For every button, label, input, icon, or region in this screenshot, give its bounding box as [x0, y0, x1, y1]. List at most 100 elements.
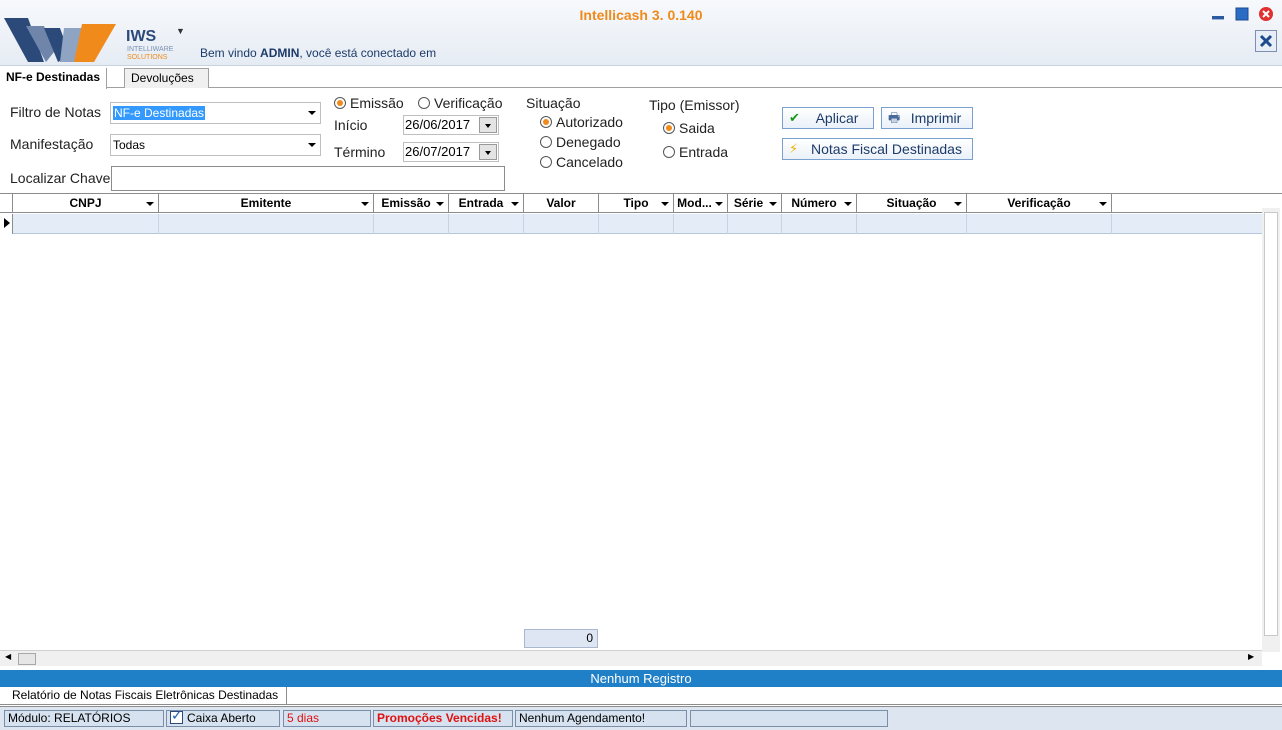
radio-entrada[interactable]: Entrada [663, 144, 728, 160]
tipo-label: Tipo (Emissor) [649, 97, 740, 113]
filtro-select[interactable]: NF-e Destinadas [110, 102, 321, 124]
radio-autorizado[interactable]: Autorizado [540, 114, 623, 130]
manifestacao-label: Manifestação [10, 136, 94, 152]
cell [449, 214, 524, 234]
col-modelo[interactable]: Mod... [674, 194, 728, 213]
status-agendamento: Nenhum Agendamento! [515, 710, 687, 727]
chevron-down-icon [361, 202, 369, 206]
col-valor[interactable]: Valor [524, 194, 599, 213]
report-tab-strip: Relatório de Notas Fiscais Eletrônicas D… [0, 687, 1282, 705]
status-dias: 5 dias [283, 710, 371, 727]
inicio-date-picker[interactable]: 26/06/2017 [403, 115, 499, 135]
close-form-icon [1259, 34, 1273, 48]
cell [374, 214, 449, 234]
horizontal-scrollbar[interactable]: ◀ ▶ [0, 650, 1262, 666]
inicio-value: 26/06/2017 [405, 117, 471, 132]
col-situacao[interactable]: Situação [857, 194, 967, 213]
termino-date-picker[interactable]: 26/07/2017 [403, 142, 499, 162]
tab-strip: NF-e Destinadas Devoluções [0, 66, 1282, 89]
table-row[interactable] [0, 214, 1262, 234]
scroll-thumb[interactable] [1264, 212, 1278, 636]
status-caixa: Caixa Aberto [166, 710, 280, 727]
radio-unselected-icon [540, 136, 552, 148]
radio-verificacao[interactable]: Verificação [418, 95, 502, 111]
col-emitente[interactable]: Emitente [159, 194, 374, 213]
cell [524, 214, 599, 234]
close-form-button[interactable] [1255, 30, 1277, 52]
chevron-down-icon [954, 202, 962, 206]
chevron-down-icon [511, 202, 519, 206]
welcome-message: Bem vindo ADMIN, você está conectado em [200, 46, 437, 60]
col-emissao[interactable]: Emissão [374, 194, 449, 213]
chevron-down-icon [661, 202, 669, 206]
logo-text: IWS [126, 28, 157, 45]
records-status: Nenhum Registro [0, 670, 1282, 688]
chevron-down-icon [715, 202, 723, 206]
calendar-dropdown-icon[interactable] [479, 117, 497, 133]
radio-emissao[interactable]: Emissão [334, 95, 404, 111]
cell [857, 214, 967, 234]
iws-logo-icon [4, 18, 116, 62]
filtro-value: NF-e Destinadas [113, 106, 206, 120]
app-title: Intellicash 3. 0.140 [579, 7, 703, 23]
radio-saida[interactable]: Saida [663, 120, 715, 136]
col-verificacao[interactable]: Verificação [967, 194, 1112, 213]
status-bar: Módulo: RELATÓRIOS Caixa Aberto 5 dias P… [0, 706, 1282, 730]
close-icon[interactable] [1258, 6, 1274, 22]
radio-selected-icon [540, 116, 552, 128]
aplicar-button[interactable]: ✔ Aplicar [782, 107, 874, 129]
row-indicator [0, 214, 13, 234]
radio-unselected-icon [663, 146, 675, 158]
tab-devolucoes[interactable]: Devoluções [124, 68, 209, 88]
imprimir-button[interactable]: 🖶 Imprimir [881, 107, 973, 129]
termino-value: 26/07/2017 [405, 144, 471, 159]
col-entrada[interactable]: Entrada [449, 194, 524, 213]
chevron-down-icon [308, 143, 316, 147]
chevron-down-icon [146, 202, 154, 206]
chevron-down-icon [436, 202, 444, 206]
termino-label: Término [334, 144, 386, 160]
localizar-chave-input[interactable] [111, 166, 505, 191]
col-tipo[interactable]: Tipo [599, 194, 674, 213]
scroll-thumb[interactable] [18, 653, 36, 665]
scroll-left-icon[interactable]: ◀ [5, 652, 11, 661]
cell [674, 214, 728, 234]
lightning-icon: ⚡ [789, 141, 799, 156]
valor-total: 0 [524, 629, 598, 648]
nfe-grid: CNPJ Emitente Emissão Entrada Valor Tipo… [0, 193, 1282, 668]
radio-cancelado[interactable]: Cancelado [540, 154, 623, 170]
cell [967, 214, 1112, 234]
scroll-right-icon[interactable]: ▶ [1248, 652, 1254, 661]
logo-subtitle: INTELLIWARE SOLUTIONS [127, 46, 174, 61]
col-numero[interactable]: Número [782, 194, 857, 213]
col-cnpj[interactable]: CNPJ [13, 194, 159, 213]
chevron-down-icon [769, 202, 777, 206]
notas-fiscal-destinadas-button[interactable]: ⚡ Notas Fiscal Destinadas [782, 138, 973, 160]
chevron-down-icon [308, 111, 316, 115]
maximize-icon[interactable] [1234, 6, 1250, 22]
manifestacao-select[interactable]: Todas [110, 134, 321, 156]
inicio-label: Início [334, 117, 368, 133]
status-promocoes: Promoções Vencidas! [373, 710, 513, 727]
calendar-dropdown-icon[interactable] [479, 144, 497, 160]
report-tab[interactable]: Relatório de Notas Fiscais Eletrônicas D… [4, 687, 288, 704]
status-extra [690, 710, 888, 727]
status-modulo: Módulo: RELATÓRIOS [4, 710, 164, 727]
col-serie[interactable]: Série [728, 194, 782, 213]
chevron-down-icon [1099, 202, 1107, 206]
check-icon: ✔ [789, 110, 800, 125]
tab-nfe-destinadas[interactable]: NF-e Destinadas [0, 68, 108, 89]
radio-selected-icon [663, 122, 675, 134]
situacao-label: Situação [526, 95, 581, 111]
cell [599, 214, 674, 234]
cell [13, 214, 159, 234]
localizar-label: Localizar Chave [10, 170, 111, 186]
minimize-icon[interactable] [1210, 6, 1226, 22]
title-bar: IWS INTELLIWARE SOLUTIONS ▼ Intellicash … [0, 0, 1282, 66]
vertical-scrollbar[interactable] [1262, 208, 1280, 652]
manifestacao-value: Todas [113, 138, 146, 152]
menu-dropdown-icon[interactable]: ▼ [176, 26, 185, 36]
row-pointer-icon [4, 218, 10, 228]
cell [728, 214, 782, 234]
radio-denegado[interactable]: Denegado [540, 134, 621, 150]
